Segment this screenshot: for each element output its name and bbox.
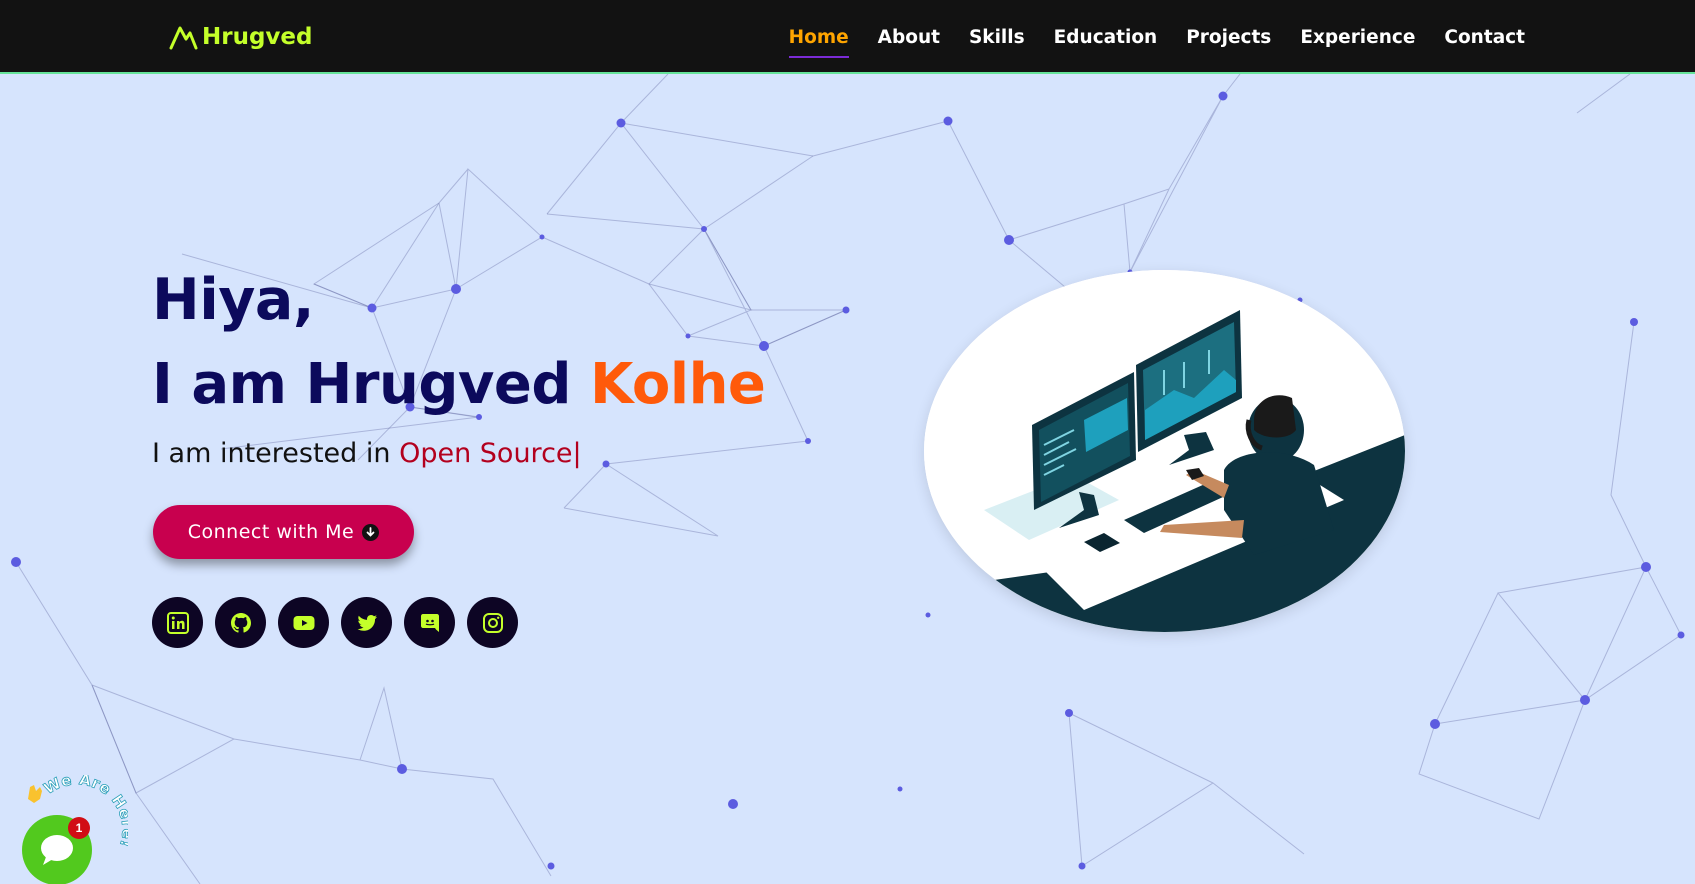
logo[interactable]: Hrugved [168,20,313,54]
hero-name: I am Hrugved Kolhe [152,342,766,428]
discord-link[interactable] [404,597,455,648]
navbar: Hrugved Home About Skills Education Proj… [0,0,1695,74]
nav-projects[interactable]: Projects [1186,23,1271,52]
interest-prefix: I am interested in [152,438,400,469]
developer-illustration [924,270,1405,632]
connect-button[interactable]: Connect with Me [153,505,414,559]
nav-experience[interactable]: Experience [1300,23,1415,52]
github-link[interactable] [215,597,266,648]
nav-contact[interactable]: Contact [1444,23,1525,52]
nav-skills[interactable]: Skills [969,23,1025,52]
hero-name-prefix: I am Hrugved [152,352,590,417]
hero-interest: I am interested in Open Source| [152,438,765,469]
notification-badge: 1 [68,817,90,839]
instagram-link[interactable] [467,597,518,648]
hero-greeting: Hiya, [152,267,315,333]
twitter-link[interactable] [341,597,392,648]
particle-network-background [11,74,1685,884]
arrow-down-circle-icon [362,523,380,541]
connect-button-label: Connect with Me [187,521,355,543]
social-links [152,597,518,648]
typed-text: Open Source [399,438,573,469]
nav-about[interactable]: About [878,23,940,52]
hero-text: Hiya, I am Hrugved Kolhe I am interested… [152,258,766,469]
youtube-icon [293,615,314,630]
typing-cursor: | [572,438,582,469]
waving-hand-icon [28,785,42,803]
hero-name-last: Kolhe [589,352,766,417]
logo-text: Hrugved [202,24,313,50]
chat-icon [41,835,73,865]
instagram-icon [482,612,503,633]
nav-home[interactable]: Home [788,23,849,58]
linkedin-icon [166,611,189,634]
chat-widget: We Are Here! 1 [18,775,128,884]
twitter-icon [357,614,377,631]
linkedin-link[interactable] [152,597,203,648]
nav-links: Home About Skills Education Projects Exp… [788,0,1525,74]
logo-icon [169,26,198,50]
youtube-link[interactable] [278,597,329,648]
discord-icon [420,613,439,632]
nav-education[interactable]: Education [1054,23,1158,52]
github-icon [230,612,251,633]
